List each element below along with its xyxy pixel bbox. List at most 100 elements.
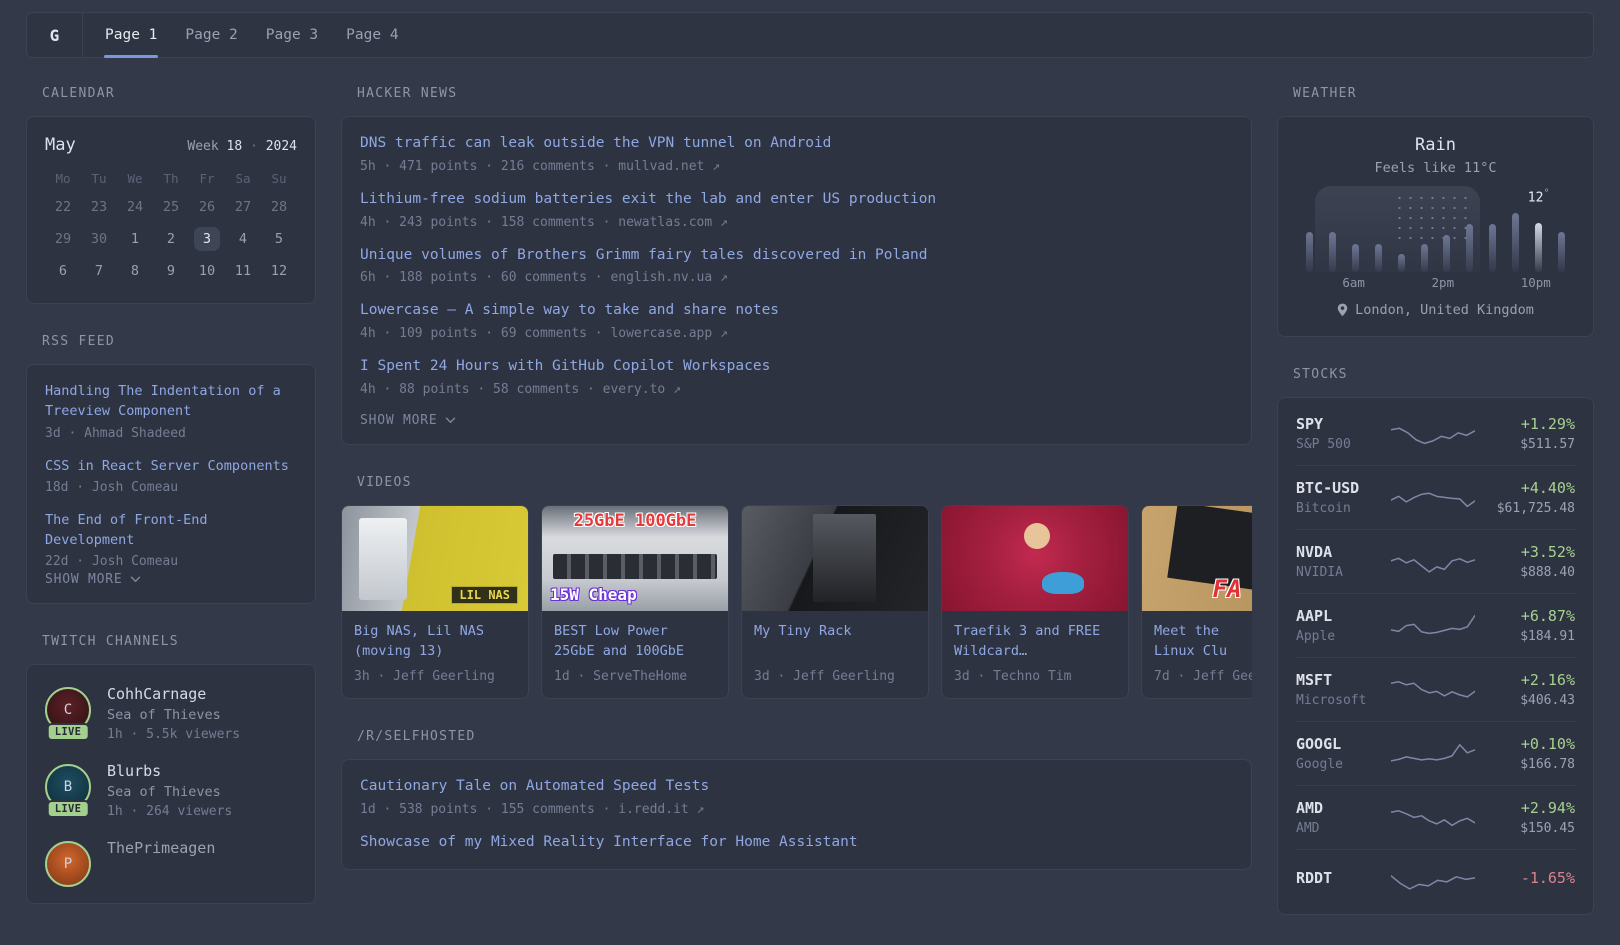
hackernews-item-title[interactable]: Unique volumes of Brothers Grimm fairy t… xyxy=(360,245,1233,267)
video-card[interactable]: FA Meet the Linux Clu 7d · Jeff Geerling xyxy=(1141,504,1252,699)
stock-price: $184.91 xyxy=(1520,629,1575,644)
video-title[interactable]: Traefik 3 and FREE Wildcard… xyxy=(942,611,1128,662)
twitch-channel-name[interactable]: CohhCarnage xyxy=(107,685,240,703)
stock-identity: AMD AMD xyxy=(1296,799,1388,836)
video-thumbnail[interactable]: FA xyxy=(1142,505,1252,611)
stock-change-percent: +0.10% xyxy=(1520,735,1575,753)
stock-row-rddt[interactable]: RDDT -1.65% xyxy=(1296,850,1575,910)
weather-bar xyxy=(1443,235,1451,272)
calendar-day[interactable]: 2 xyxy=(153,224,189,253)
twitch-channel-name[interactable]: ThePrimeagen xyxy=(107,839,215,857)
calendar-day-selected[interactable]: 3 xyxy=(189,224,225,253)
calendar-section-title: CALENDAR xyxy=(42,86,116,101)
calendar-day[interactable]: 11 xyxy=(225,256,261,285)
stock-identity: NVDA NVIDIA xyxy=(1296,543,1388,580)
video-title[interactable]: Big NAS, Lil NAS (moving 13) xyxy=(342,611,528,662)
rss-item-title[interactable]: CSS in React Server Components xyxy=(45,456,297,476)
tab-page-3[interactable]: Page 3 xyxy=(252,13,332,57)
reddit-item-title[interactable]: Cautionary Tale on Automated Speed Tests xyxy=(360,776,1233,798)
stock-sparkline-cell xyxy=(1388,801,1477,835)
rss-item-title[interactable]: Handling The Indentation of a Treeview C… xyxy=(45,381,297,422)
weather-section-title: WEATHER xyxy=(1293,86,1357,101)
videos-section: VIDEOS LIL NAS Big NAS, Lil NAS (moving 1… xyxy=(341,475,1252,699)
calendar-day-number: 5 xyxy=(274,230,284,247)
stock-row-nvda[interactable]: NVDA NVIDIA +3.52% $888.40 xyxy=(1296,530,1575,594)
app-logo[interactable]: G xyxy=(27,13,83,57)
calendar-day[interactable]: 6 xyxy=(45,256,81,285)
reddit-feed-list: Cautionary Tale on Automated Speed Tests… xyxy=(360,776,1233,854)
calendar-day[interactable]: 26 xyxy=(189,192,225,221)
twitch-channel-row[interactable]: B LIVE Blurbs Sea of Thieves 1h · 264 viewer… xyxy=(45,762,297,819)
calendar-day-number: 28 xyxy=(270,198,288,215)
tab-page-4[interactable]: Page 4 xyxy=(332,13,412,57)
calendar-week-info: Week 18 · 2024 xyxy=(187,139,297,154)
video-thumbnail[interactable]: 25GbE 100GbE 15W Cheap xyxy=(542,505,728,611)
twitch-channel-name[interactable]: Blurbs xyxy=(107,762,232,780)
calendar-day[interactable]: 30 xyxy=(81,224,117,253)
calendar-day[interactable]: 1 xyxy=(117,224,153,253)
stock-values: +2.16% $406.43 xyxy=(1477,671,1575,708)
tab-page-1[interactable]: Page 1 xyxy=(91,13,171,58)
weather-section: WEATHER Rain Feels like 11°C 12° 6am 2pm 1… xyxy=(1277,86,1594,337)
stock-row-aapl[interactable]: AAPL Apple +6.87% $184.91 xyxy=(1296,594,1575,658)
chevron-down-icon xyxy=(131,576,141,583)
stock-sparkline xyxy=(1390,809,1475,826)
video-title[interactable]: BEST Low Power 25GbE and 100GbE Switch… xyxy=(542,611,728,662)
stock-symbol: NVDA xyxy=(1296,543,1333,561)
video-card[interactable]: LIL NAS Big NAS, Lil NAS (moving 13) 3h · … xyxy=(341,504,529,699)
calendar-day[interactable]: 29 xyxy=(45,224,81,253)
hackernews-item-title[interactable]: I Spent 24 Hours with GitHub Copilot Wor… xyxy=(360,356,1233,378)
rss-item-title[interactable]: The End of Front-End Development xyxy=(45,510,297,551)
video-thumbnail[interactable] xyxy=(742,505,928,611)
hackernews-show-more-button[interactable]: SHOW MORE xyxy=(360,413,1233,428)
calendar-day[interactable]: 5 xyxy=(261,224,297,253)
calendar-day[interactable]: 23 xyxy=(81,192,117,221)
weather-location[interactable]: London, United Kingdom xyxy=(1298,302,1573,318)
video-thumbnail[interactable] xyxy=(942,505,1128,611)
calendar-day[interactable]: 7 xyxy=(81,256,117,285)
video-card[interactable]: 25GbE 100GbE 15W Cheap BEST Low Power 25Gb… xyxy=(541,504,729,699)
video-card[interactable]: Traefik 3 and FREE Wildcard… 3d · Techno … xyxy=(941,504,1129,699)
stock-price: $511.57 xyxy=(1520,437,1575,452)
rss-show-more-button[interactable]: SHOW MORE xyxy=(45,572,297,587)
hackernews-item-meta: 5h · 471 points · 216 comments · mullvad… xyxy=(360,158,721,174)
stock-row-btc-usd[interactable]: BTC-USD Bitcoin +4.40% $61,725.48 xyxy=(1296,466,1575,530)
calendar-day[interactable]: 8 xyxy=(117,256,153,285)
tab-page-2[interactable]: Page 2 xyxy=(171,13,251,57)
stock-row-amd[interactable]: AMD AMD +2.94% $150.45 xyxy=(1296,786,1575,850)
calendar-day[interactable]: 4 xyxy=(225,224,261,253)
calendar-day[interactable]: 10 xyxy=(189,256,225,285)
stock-row-msft[interactable]: MSFT Microsoft +2.16% $406.43 xyxy=(1296,658,1575,722)
calendar-day[interactable]: 24 xyxy=(117,192,153,221)
hackernews-item-meta: 6h · 188 points · 60 comments · english.… xyxy=(360,270,728,286)
calendar-day-number: 1 xyxy=(130,230,140,247)
calendar-day[interactable]: 12 xyxy=(261,256,297,285)
twitch-channel-row[interactable]: C LIVE CohhCarnage Sea of Thieves 1h · 5.5k … xyxy=(45,685,297,742)
video-title[interactable]: Meet the Linux Clu xyxy=(1142,611,1252,662)
calendar-widget: May Week 18 · 2024 Mo Tu We Th Fr Sa Su 22 23 24… xyxy=(26,116,316,304)
reddit-widget: Cautionary Tale on Automated Speed Tests… xyxy=(341,758,1252,871)
video-title[interactable]: My Tiny Rack xyxy=(742,611,928,662)
stock-sparkline-cell xyxy=(1388,863,1477,897)
stock-name: Google xyxy=(1296,757,1343,772)
video-thumbnail[interactable]: LIL NAS xyxy=(342,505,528,611)
calendar-day[interactable]: 22 xyxy=(45,192,81,221)
reddit-item-title[interactable]: Showcase of my Mixed Reality Interface f… xyxy=(360,832,1233,854)
hackernews-item: DNS traffic can leak outside the VPN tun… xyxy=(360,133,1233,174)
twitch-channel-row[interactable]: P ThePrimeagen xyxy=(45,839,297,888)
calendar-day[interactable]: 9 xyxy=(153,256,189,285)
stock-row-googl[interactable]: GOOGL Google +0.10% $166.78 xyxy=(1296,722,1575,786)
calendar-day[interactable]: 27 xyxy=(225,192,261,221)
calendar-day[interactable]: 25 xyxy=(153,192,189,221)
stock-identity: SPY S&P 500 xyxy=(1296,415,1388,452)
top-navbar: G Page 1 Page 2 Page 3 Page 4 xyxy=(26,12,1594,58)
hackernews-item-title[interactable]: Lithium-free sodium batteries exit the l… xyxy=(360,189,1233,211)
stock-row-spy[interactable]: SPY S&P 500 +1.29% $511.57 xyxy=(1296,402,1575,466)
stock-symbol: GOOGL xyxy=(1296,735,1342,753)
hackernews-item-title[interactable]: DNS traffic can leak outside the VPN tun… xyxy=(360,133,1233,155)
hackernews-item-title[interactable]: Lowercase – A simple way to take and sha… xyxy=(360,300,1233,322)
weather-bar-slot xyxy=(1458,224,1481,272)
stock-sparkline-cell xyxy=(1388,673,1477,707)
calendar-day[interactable]: 28 xyxy=(261,192,297,221)
video-card[interactable]: My Tiny Rack 3d · Jeff Geerling xyxy=(741,504,929,699)
